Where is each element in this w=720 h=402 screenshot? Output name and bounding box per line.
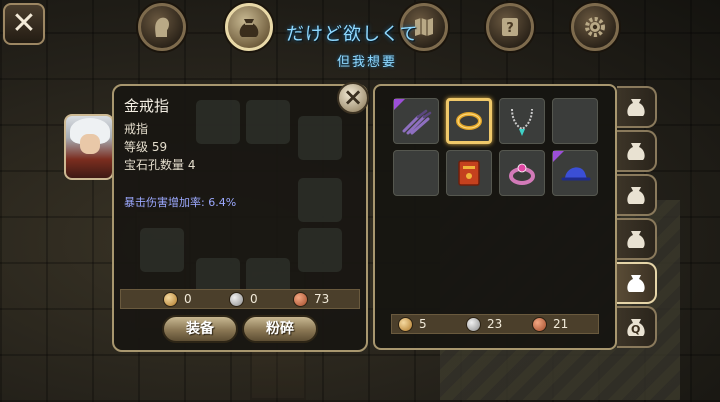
copper-price: 73 — [293, 291, 330, 307]
item-stat-crit-damage: 暴击伤害增加率: 6.4% — [124, 196, 237, 209]
inventory-slot-3[interactable] — [499, 98, 545, 144]
gold-coin-icon — [163, 291, 178, 307]
gold-price-value: 0 — [184, 292, 192, 306]
necklace-icon — [511, 108, 533, 136]
wallet-bar: 5 23 21 — [391, 314, 599, 334]
dialogue-subtitle: 但我想要 — [336, 55, 397, 70]
equip-button[interactable]: 装备 — [162, 315, 238, 343]
quest-bag-tab[interactable]: Q — [617, 306, 657, 348]
scroll-question-icon: ? — [502, 18, 518, 36]
close-window-button[interactable]: ✕ — [3, 3, 45, 45]
bag-icon — [627, 143, 645, 160]
bag-nav-button[interactable] — [225, 3, 273, 51]
gold-balance-value: 5 — [419, 317, 427, 331]
head-silhouette-icon — [155, 17, 169, 37]
inventory-slot-6[interactable] — [446, 150, 492, 196]
bag-icon — [627, 99, 645, 116]
bag-icon — [627, 187, 645, 204]
inventory-slot-5[interactable] — [393, 150, 439, 196]
character-nav-button[interactable] — [138, 3, 186, 51]
inventory-slot-4[interactable] — [552, 98, 598, 144]
bag-tab-2[interactable] — [617, 130, 657, 172]
inventory-slot-8[interactable] — [552, 150, 598, 196]
bag-tab-4[interactable] — [617, 218, 657, 260]
bag-icon — [239, 19, 259, 37]
silver-coin-icon — [466, 316, 481, 332]
smash-button[interactable]: 粉碎 — [242, 315, 318, 343]
silver-coin-icon — [229, 291, 244, 307]
svg-text:?: ? — [506, 21, 514, 36]
bag-tab-5[interactable] — [617, 262, 657, 304]
gear-icon — [585, 17, 605, 37]
copper-coin-icon — [293, 291, 308, 307]
item-detail-panel: 金戒指 戒指 等级 59 宝石孔数量 4 暴击伤害增加率: 6.4% 0 0 7… — [112, 84, 368, 352]
inventory-panel: 5 23 21 — [373, 84, 617, 350]
pink-ring-icon — [509, 163, 535, 185]
item-name: 金戒指 — [124, 97, 170, 115]
rare-marker — [394, 99, 405, 110]
close-detail-button[interactable]: × — [337, 82, 369, 114]
gold-ring-icon — [456, 112, 482, 130]
quest-bag-letter: Q — [631, 323, 641, 336]
inventory-slot-7[interactable] — [499, 150, 545, 196]
silver-price: 0 — [229, 291, 258, 307]
inventory-slot-1[interactable] — [393, 98, 439, 144]
bag-icon — [627, 275, 645, 292]
silver-balance: 23 — [466, 316, 503, 332]
bag-tab-3[interactable] — [617, 174, 657, 216]
quest-nav-button[interactable]: ? — [486, 3, 534, 51]
item-level: 等级 59 — [124, 140, 168, 154]
bag-icon — [627, 231, 645, 248]
dialogue-title: だけど欲しくて — [286, 24, 419, 45]
item-gem-slots: 宝石孔数量 4 — [124, 158, 196, 172]
gold-price: 0 — [163, 291, 192, 307]
rare-marker — [553, 151, 564, 162]
copper-balance: 21 — [532, 316, 569, 332]
settings-nav-button[interactable] — [571, 3, 619, 51]
gold-coin-icon — [398, 316, 413, 332]
character-portrait[interactable] — [64, 114, 114, 180]
bag-tab-1[interactable] — [617, 86, 657, 128]
copper-coin-icon — [532, 316, 547, 332]
gold-balance: 5 — [398, 316, 427, 332]
copper-balance-value: 21 — [553, 317, 569, 331]
silver-balance-value: 23 — [487, 317, 503, 331]
sell-price-bar: 0 0 73 — [120, 289, 360, 309]
spellbook-icon — [458, 160, 480, 186]
copper-price-value: 73 — [314, 292, 330, 306]
inventory-slot-2[interactable] — [446, 98, 492, 144]
item-type: 戒指 — [124, 122, 149, 136]
silver-price-value: 0 — [250, 292, 258, 306]
